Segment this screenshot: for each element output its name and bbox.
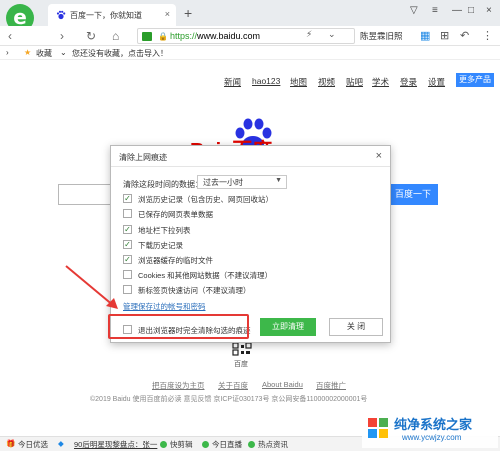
time-range-label: 清除这段时间的数据： <box>123 180 203 189</box>
new-tab-icon[interactable]: + <box>184 5 192 21</box>
window-close-icon[interactable]: × <box>486 5 492 16</box>
checkbox-form-data[interactable] <box>123 209 132 218</box>
option-label: Cookies 和其他网站数据（不建议清理） <box>138 271 273 280</box>
close-dialog-button[interactable]: 关 闭 <box>329 318 383 336</box>
favorites-bar: › ★ 收藏 ⌄ 您还没有收藏，点击导入！ <box>0 46 500 60</box>
url-text: https://www.baidu.com <box>170 31 260 41</box>
checkbox-cache[interactable]: ✓ <box>123 255 132 264</box>
baidu-search-button[interactable]: 百度一下 <box>388 184 438 205</box>
status-item-quick-clip[interactable]: 快剪辑 <box>170 439 193 450</box>
back-icon[interactable]: ‹ <box>8 29 12 43</box>
hot-news-icon <box>248 441 255 448</box>
status-item-headline[interactable]: 90后明星现黎盘点：张一 <box>74 439 157 450</box>
forward-icon[interactable]: › <box>60 29 64 43</box>
bolt-icon[interactable]: ⚡ <box>306 29 312 40</box>
status-item-live[interactable]: 今日直播 <box>212 439 242 450</box>
undo-icon[interactable]: ↶ <box>460 29 469 42</box>
footer-link-about[interactable]: 关于百度 <box>218 380 248 391</box>
option-label: 地址栏下拉列表 <box>138 226 191 235</box>
scissors-icon <box>160 441 167 448</box>
maximize-icon[interactable]: □ <box>468 5 474 16</box>
nav-video[interactable]: 视频 <box>318 76 335 88</box>
status-item-hot-news[interactable]: 热点资讯 <box>258 439 288 450</box>
checkbox-address-bar-list[interactable]: ✓ <box>123 225 132 234</box>
footer-link-promo[interactable]: 百度推广 <box>316 380 346 391</box>
watermark-title: 纯净系统之家 <box>394 417 473 432</box>
tab-title: 百度一下，你就知道 <box>70 11 142 20</box>
minimize-icon[interactable]: — <box>452 5 462 16</box>
menu-icon[interactable]: ≡ <box>432 5 438 16</box>
site-watermark: 纯净系统之家 www.ycwjzy.com <box>362 412 498 448</box>
option-label: 新标签页快速访问（不建议清理） <box>138 286 251 295</box>
news-icon: ◆ <box>58 439 64 448</box>
clear-now-button[interactable]: 立即清理 <box>260 318 316 336</box>
url-prefix: https:// <box>170 31 198 41</box>
home-icon[interactable]: ⌂ <box>112 29 119 43</box>
highlight-box <box>108 314 249 339</box>
star-icon: ★ <box>24 48 32 57</box>
search-suggestion[interactable]: 陈昱霖旧照 <box>360 30 403 42</box>
dialog-title: 清除上网痕迹 <box>119 153 167 162</box>
site-flag-icon <box>142 32 152 41</box>
baidu-paw-icon <box>56 10 66 20</box>
status-item-picks[interactable]: 今日优选 <box>18 439 48 450</box>
footer-copyright: ©2019 Baidu 使用百度前必读 意见反馈 京ICP证030173号 京公… <box>90 396 368 403</box>
option-label: 已保存的网页表单数据 <box>138 210 213 219</box>
nav-settings[interactable]: 设置 <box>428 76 445 88</box>
dialog-divider <box>111 166 390 167</box>
more-icon[interactable]: ⋮ <box>482 29 493 42</box>
live-icon <box>202 441 209 448</box>
refresh-icon[interactable]: ↻ <box>86 29 96 43</box>
tab-bar: e 百度一下，你就知道 × + ▽ ≡ — □ × <box>0 0 500 32</box>
chevron-down-icon: ▼ <box>275 177 282 184</box>
nav-news[interactable]: 新闻 <box>224 76 241 88</box>
shirt-skin-icon[interactable]: ▽ <box>410 5 418 16</box>
option-label: 浏览器缓存的临时文件 <box>138 256 213 265</box>
checkbox-cookies[interactable] <box>123 270 132 279</box>
option-label: 下载历史记录 <box>138 241 183 250</box>
chevron-down-icon[interactable]: ⌄ <box>60 48 67 57</box>
sidebar-toggle-icon[interactable]: › <box>6 48 9 57</box>
dropdown-icon[interactable]: ⌄ <box>328 29 336 40</box>
nav-login[interactable]: 登录 <box>400 76 417 88</box>
tab-baidu[interactable]: 百度一下，你就知道 × <box>48 4 176 26</box>
favorites-button[interactable]: 收藏 <box>36 48 52 59</box>
watermark-logo-icon <box>368 418 388 438</box>
watermark-url: www.ycwjzy.com <box>402 433 462 442</box>
checkbox-new-tab-quick-access[interactable] <box>123 285 132 294</box>
address-toolbar: ‹ › ↻ ⌂ 🔒 https://www.baidu.com ⚡ ⌄ 陈昱霖旧… <box>0 26 500 46</box>
option-label: 浏览历史记录（包含历史、网页回收站） <box>138 195 273 204</box>
tab-close-icon[interactable]: × <box>165 9 170 19</box>
nav-xueshu[interactable]: 学术 <box>372 76 389 88</box>
time-range-value: 过去一小时 <box>203 178 243 187</box>
url-host: www.baidu.com <box>197 31 261 41</box>
nav-tieba[interactable]: 贴吧 <box>346 76 363 88</box>
address-bar[interactable]: 🔒 https://www.baidu.com <box>137 28 355 44</box>
more-products-button[interactable]: 更多产品 <box>456 73 494 87</box>
nav-hao123[interactable]: hao123 <box>252 76 280 86</box>
gift-icon: 🎁 <box>6 439 16 448</box>
dialog-close-icon[interactable]: × <box>376 150 382 162</box>
qr-code-icon[interactable] <box>232 342 252 356</box>
footer-link-homepage[interactable]: 把百度设为主页 <box>152 380 205 391</box>
time-range-select[interactable]: 过去一小时 ▼ <box>197 175 287 189</box>
checkbox-download-history[interactable]: ✓ <box>123 240 132 249</box>
manage-passwords-link[interactable]: 管理保存过的帐号和密码 <box>123 301 206 312</box>
annotation-arrow-icon <box>65 265 118 309</box>
nav-map[interactable]: 地图 <box>290 76 307 88</box>
qr-label: 百度 <box>234 361 248 368</box>
grid-icon[interactable]: ⊞ <box>440 29 449 42</box>
footer-link-about-en[interactable]: About Baidu <box>262 380 303 389</box>
apps-grid-icon[interactable]: ▦ <box>420 29 430 42</box>
favorites-import-hint[interactable]: 您还没有收藏，点击导入！ <box>72 48 168 59</box>
checkbox-browsing-history[interactable]: ✓ <box>123 194 132 203</box>
lock-icon: 🔒 <box>158 32 168 41</box>
